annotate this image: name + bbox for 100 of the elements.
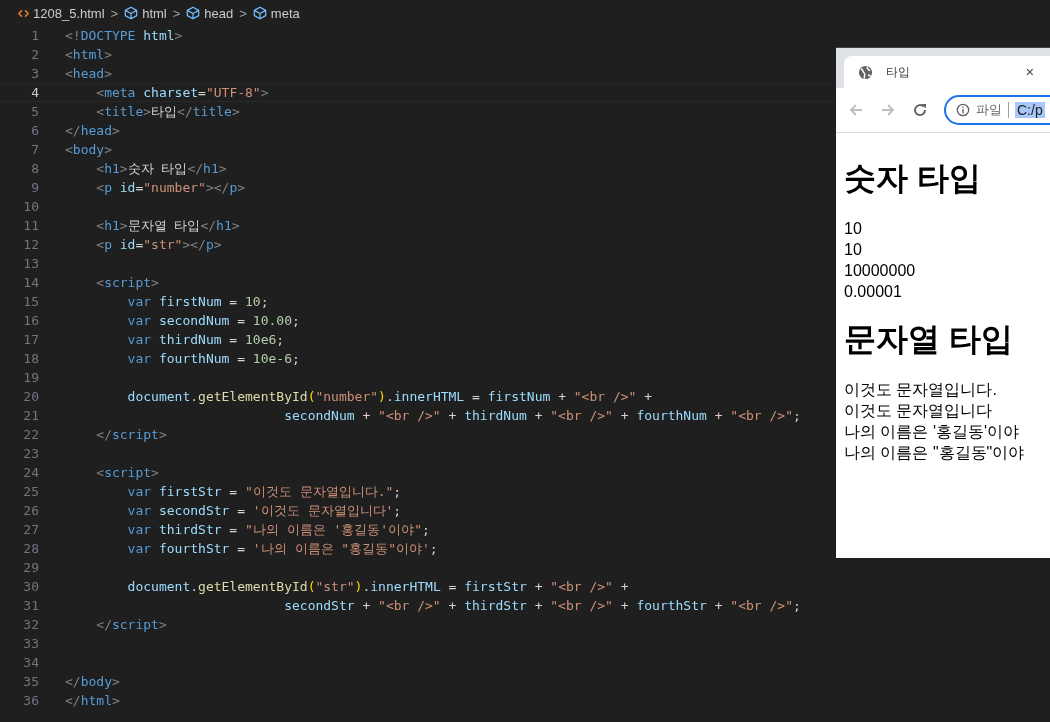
forward-icon[interactable] [880, 102, 896, 118]
tag-name: p [104, 237, 112, 252]
scheme-label: 파일 [976, 101, 1002, 119]
code-text: = [228, 294, 239, 309]
code-text: ; [422, 522, 430, 537]
tag-bracket: > [104, 47, 112, 62]
tag-bracket: </ [65, 123, 81, 138]
code-text: ; [276, 332, 285, 347]
tag-bracket: </ [95, 617, 112, 632]
line-number: 24 [22, 464, 39, 482]
tag-bracket: </ [200, 218, 217, 233]
address-bar[interactable]: 파일 C:/p [944, 95, 1050, 125]
code-text: + [447, 408, 458, 423]
breadcrumb-item[interactable]: html [142, 5, 167, 21]
identifier: firstNum [487, 389, 551, 404]
number-literal: 10.00 [252, 313, 292, 328]
close-tab-button[interactable]: × [1025, 64, 1034, 80]
page-text: 10 [844, 240, 863, 260]
tag-name: h1 [203, 161, 219, 176]
string-literal: '나의 이름은 "홍길동"이야' [252, 541, 430, 556]
line-number: 30 [22, 578, 39, 596]
identifier: thirdStr [464, 598, 527, 613]
cube-icon [124, 6, 139, 20]
code-text: 문자열 타입 [127, 218, 201, 233]
string-literal: "<br />" [730, 598, 793, 613]
string-literal: "number" [315, 389, 379, 404]
breadcrumb-item[interactable]: head [204, 5, 234, 21]
code-text: . [385, 389, 394, 404]
tag-bracket: </ [65, 674, 81, 689]
tag-bracket: > [158, 427, 167, 442]
tag-bracket: < [65, 47, 73, 62]
code-text: ; [292, 313, 300, 328]
tag-bracket: > [237, 180, 246, 195]
line-number: 34 [22, 654, 39, 672]
attribute-name: id [118, 237, 136, 252]
cube-icon [252, 6, 267, 20]
line-number: 25 [22, 483, 39, 501]
tag-bracket: > [218, 161, 227, 176]
identifier: secondStr [157, 503, 230, 518]
identifier: secondStr [283, 598, 355, 613]
code-text: = [228, 484, 239, 499]
line-number: 10 [22, 198, 39, 216]
line-number: 12 [22, 236, 39, 254]
tag-bracket: > [111, 123, 120, 138]
tag-bracket: > [111, 674, 120, 689]
code-text: = [447, 579, 458, 594]
tag-bracket: < [95, 180, 105, 195]
back-icon[interactable] [848, 102, 864, 118]
code-file-icon [18, 7, 29, 19]
string-literal: "str" [315, 579, 355, 594]
identifier: firstStr [464, 579, 527, 594]
tag-bracket: </ [177, 104, 193, 119]
tag-bracket: > [158, 617, 167, 632]
identifier: fourthNum [157, 351, 230, 366]
identifier: fourthNum [636, 408, 707, 423]
tag-bracket: < [65, 142, 73, 157]
identifier: fourthStr [636, 598, 707, 613]
string-literal: "나의 이름은 '홍길동'이야" [245, 522, 422, 537]
code-text: ; [792, 408, 801, 423]
tag-name: html [80, 693, 112, 708]
line-number: 15 [22, 293, 39, 311]
tag-bracket: < [95, 275, 105, 290]
string-literal: "<br />" [550, 408, 613, 423]
breadcrumb-separator: > [239, 5, 247, 21]
cube-icon [186, 6, 201, 20]
string-literal: "number" [143, 180, 206, 195]
code-text: + [361, 598, 372, 613]
code-text: = [236, 541, 247, 556]
line-number: 29 [22, 559, 39, 577]
tag-bracket: > [151, 275, 159, 290]
bracket: ( [307, 579, 316, 594]
code-text: + [619, 408, 630, 423]
code-text: = [135, 180, 144, 195]
identifier: document [126, 579, 191, 594]
tag-bracket: > [213, 237, 222, 252]
tag-bracket: > [231, 104, 240, 119]
line-number: 31 [22, 597, 39, 615]
breadcrumb-item[interactable]: meta [270, 5, 300, 21]
identifier: innerHTML [370, 579, 441, 594]
tag-bracket: < [95, 161, 105, 176]
line-number: 26 [22, 502, 39, 520]
number-literal: 10e-6 [252, 351, 292, 366]
line-number: 23 [22, 445, 39, 463]
keyword: var [126, 351, 152, 366]
code-text: = [135, 237, 144, 252]
tag-bracket: > [151, 465, 159, 480]
keyword: var [126, 503, 152, 518]
keyword: var [126, 484, 152, 499]
breadcrumb-item[interactable]: 1208_5.html [33, 5, 105, 21]
reload-icon[interactable] [912, 102, 928, 118]
code-text: ; [792, 598, 801, 613]
tag-bracket: > [174, 28, 183, 43]
identifier: thirdNum [464, 408, 527, 423]
page-text: 나의 이름은 '홍길동'이야 [844, 422, 1020, 442]
line-number: 13 [22, 255, 39, 273]
browser-tab[interactable]: 타입 × [844, 56, 1050, 88]
tag-name: DOCTYPE [80, 28, 136, 43]
tag-bracket: <! [65, 28, 81, 43]
attribute-name: charset [142, 85, 199, 100]
tag-bracket: < [65, 66, 73, 81]
